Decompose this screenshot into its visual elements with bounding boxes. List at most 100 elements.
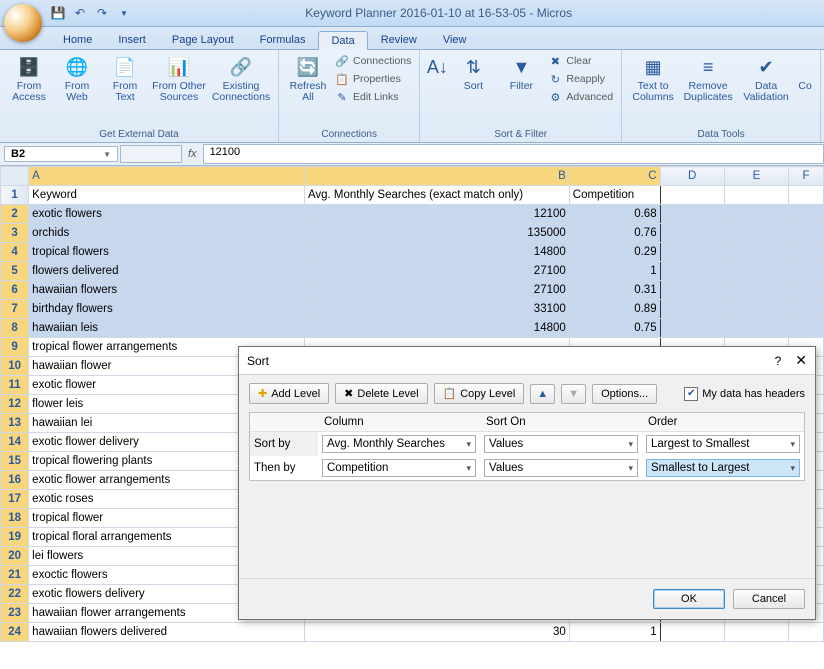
text-to-columns-button[interactable]: ▦Text to Columns: [628, 53, 678, 105]
cell[interactable]: Avg. Monthly Searches (exact match only): [304, 186, 569, 205]
cell[interactable]: [724, 205, 788, 224]
cell[interactable]: [660, 186, 724, 205]
sort-asc-button[interactable]: A↓: [426, 53, 448, 81]
cancel-button[interactable]: Cancel: [733, 589, 805, 609]
row-header[interactable]: 6: [1, 281, 29, 300]
tab-insert[interactable]: Insert: [105, 30, 159, 49]
cell[interactable]: 135000: [304, 224, 569, 243]
cell[interactable]: [724, 224, 788, 243]
cell[interactable]: [789, 281, 824, 300]
col-header-e[interactable]: E: [724, 167, 788, 186]
cell[interactable]: 0.29: [569, 243, 660, 262]
cell[interactable]: Keyword: [29, 186, 305, 205]
close-icon[interactable]: ✕: [795, 352, 807, 369]
edit-links-button[interactable]: ✎Edit Links: [333, 89, 413, 105]
row-header[interactable]: 16: [1, 471, 29, 490]
dialog-titlebar[interactable]: Sort ? ✕: [239, 347, 815, 375]
properties-button[interactable]: 📋Properties: [333, 71, 413, 87]
cell[interactable]: [724, 300, 788, 319]
cell[interactable]: 14800: [304, 319, 569, 338]
col-header-a[interactable]: A: [29, 167, 305, 186]
row-header[interactable]: 18: [1, 509, 29, 528]
cell[interactable]: 27100: [304, 281, 569, 300]
cell[interactable]: 0.75: [569, 319, 660, 338]
row-header[interactable]: 4: [1, 243, 29, 262]
cell[interactable]: 27100: [304, 262, 569, 281]
row-header[interactable]: 10: [1, 357, 29, 376]
formula-input[interactable]: 12100: [203, 144, 824, 164]
cell[interactable]: hawaiian flowers delivered: [29, 623, 305, 642]
cell[interactable]: [789, 224, 824, 243]
cell[interactable]: 33100: [304, 300, 569, 319]
cell[interactable]: [724, 623, 788, 642]
row-header[interactable]: 23: [1, 604, 29, 623]
from-web-button[interactable]: 🌐From Web: [54, 53, 100, 105]
row-header[interactable]: 5: [1, 262, 29, 281]
cell[interactable]: [789, 205, 824, 224]
cell[interactable]: 0.89: [569, 300, 660, 319]
qat-dropdown-icon[interactable]: ▼: [116, 5, 132, 21]
cell[interactable]: exotic flowers: [29, 205, 305, 224]
from-text-button[interactable]: 📄From Text: [102, 53, 148, 105]
reapply-button[interactable]: ↻Reapply: [546, 71, 615, 87]
cell[interactable]: [789, 300, 824, 319]
ok-button[interactable]: OK: [653, 589, 725, 609]
cell[interactable]: [660, 224, 724, 243]
select-all-corner[interactable]: [1, 167, 29, 186]
save-icon[interactable]: 💾: [50, 5, 66, 21]
cell[interactable]: 0.31: [569, 281, 660, 300]
existing-connections-button[interactable]: 🔗Existing Connections: [210, 53, 272, 105]
cell[interactable]: 14800: [304, 243, 569, 262]
tab-formulas[interactable]: Formulas: [247, 30, 319, 49]
cell[interactable]: Competition: [569, 186, 660, 205]
row-header[interactable]: 13: [1, 414, 29, 433]
delete-level-button[interactable]: ✖Delete Level: [335, 383, 427, 404]
sort-on-select[interactable]: Values▾: [484, 435, 638, 453]
col-header-d[interactable]: D: [660, 167, 724, 186]
cell[interactable]: [789, 243, 824, 262]
office-button[interactable]: [4, 4, 42, 42]
sort-order-select[interactable]: Largest to Smallest▾: [646, 435, 800, 453]
row-header[interactable]: 8: [1, 319, 29, 338]
tab-home[interactable]: Home: [50, 30, 105, 49]
cell[interactable]: orchids: [29, 224, 305, 243]
cell[interactable]: [724, 262, 788, 281]
cell[interactable]: [724, 186, 788, 205]
sort-column-select[interactable]: Competition▾: [322, 459, 476, 477]
cell[interactable]: [660, 243, 724, 262]
cell[interactable]: 1: [569, 623, 660, 642]
cell[interactable]: tropical flowers: [29, 243, 305, 262]
cell[interactable]: [789, 319, 824, 338]
cell[interactable]: [789, 262, 824, 281]
cell[interactable]: hawaiian flowers: [29, 281, 305, 300]
cell[interactable]: [789, 623, 824, 642]
col-header-c[interactable]: C: [569, 167, 660, 186]
row-header[interactable]: 3: [1, 224, 29, 243]
options-button[interactable]: Options...: [592, 384, 657, 404]
cell[interactable]: [724, 319, 788, 338]
row-header[interactable]: 9: [1, 338, 29, 357]
cell[interactable]: 0.68: [569, 205, 660, 224]
cell[interactable]: [724, 243, 788, 262]
row-header[interactable]: 11: [1, 376, 29, 395]
clear-button[interactable]: ✖Clear: [546, 53, 615, 69]
cell[interactable]: [724, 281, 788, 300]
tab-page-layout[interactable]: Page Layout: [159, 30, 247, 49]
row-header[interactable]: 12: [1, 395, 29, 414]
cell[interactable]: 12100: [304, 205, 569, 224]
tab-review[interactable]: Review: [368, 30, 430, 49]
help-icon[interactable]: ?: [775, 354, 782, 368]
from-access-button[interactable]: 🗄️From Access: [6, 53, 52, 105]
row-header[interactable]: 22: [1, 585, 29, 604]
row-header[interactable]: 2: [1, 205, 29, 224]
row-header[interactable]: 1: [1, 186, 29, 205]
move-up-button[interactable]: ▲: [530, 384, 555, 404]
cell[interactable]: flowers delivered: [29, 262, 305, 281]
cell[interactable]: [660, 300, 724, 319]
cell[interactable]: [660, 281, 724, 300]
cell[interactable]: birthday flowers: [29, 300, 305, 319]
refresh-all-button[interactable]: 🔄Refresh All: [285, 53, 331, 105]
cell[interactable]: 0.76: [569, 224, 660, 243]
cell[interactable]: [660, 205, 724, 224]
cell[interactable]: 1: [569, 262, 660, 281]
